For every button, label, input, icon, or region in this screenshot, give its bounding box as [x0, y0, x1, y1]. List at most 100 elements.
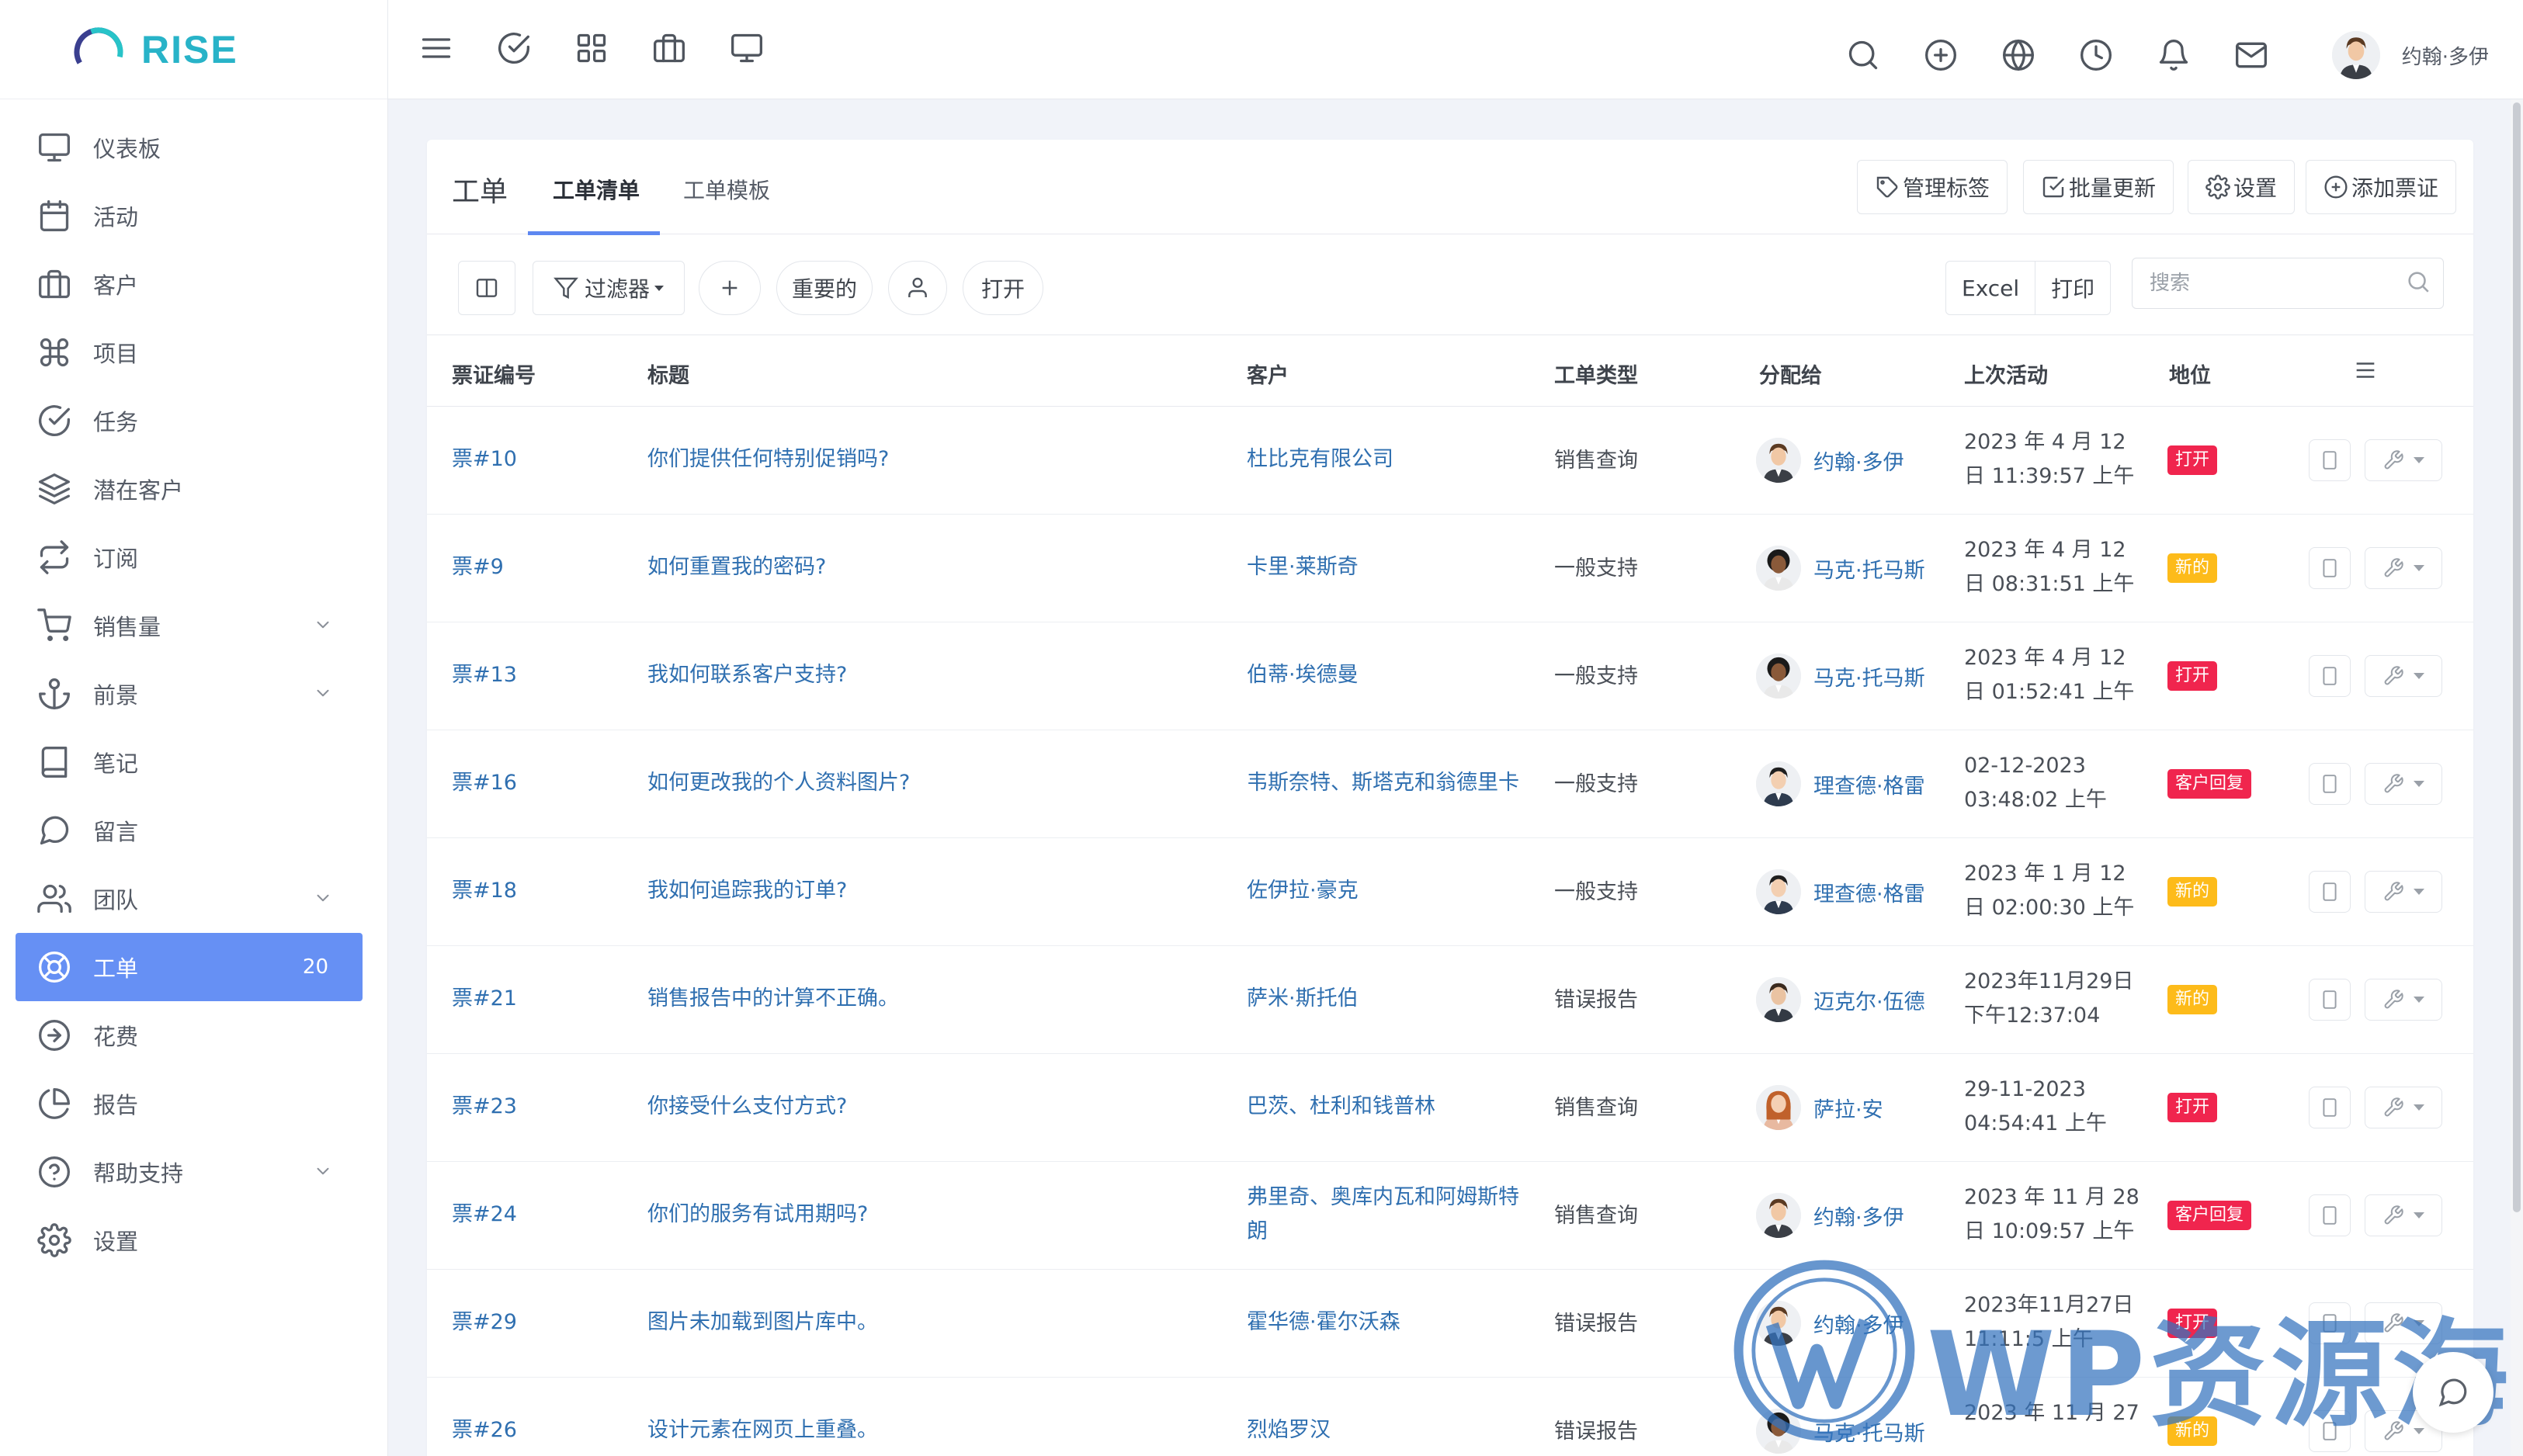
ticket-title-link[interactable]: 你们提供任何特别促销吗? — [647, 442, 889, 477]
plus-circle-button[interactable] — [1924, 38, 1958, 72]
user-menu[interactable]: 约翰·多伊 — [2331, 31, 2489, 79]
globe-button[interactable] — [2001, 38, 2035, 72]
sidebar-item-7[interactable]: 销售量 — [0, 591, 387, 660]
add-ticket-button[interactable]: 添加票证 — [2306, 160, 2457, 214]
pin-ticket-button[interactable] — [2309, 655, 2351, 697]
tab-ticket-templates[interactable]: 工单模板 — [683, 174, 770, 205]
grid-button[interactable] — [574, 31, 609, 65]
check-circle-button[interactable] — [497, 31, 531, 65]
row-actions-dropdown[interactable] — [2365, 439, 2442, 481]
sidebar-item-11[interactable]: 团队 — [0, 865, 387, 933]
ticket-title-link[interactable]: 你接受什么支付方式? — [647, 1090, 847, 1124]
assignee[interactable]: 理查德·格雷 — [1756, 869, 1925, 914]
search-input[interactable] — [2132, 258, 2444, 309]
ticket-title-link[interactable]: 设计元素在网页上重叠。 — [647, 1413, 878, 1447]
menu-button[interactable] — [419, 31, 453, 65]
clock-button[interactable] — [2079, 38, 2113, 72]
ticket-id-link[interactable]: 票#18 — [452, 874, 517, 908]
sidebar-item-8[interactable]: 前景 — [0, 660, 387, 728]
ticket-title-link[interactable]: 图片未加载到图片库中。 — [647, 1305, 878, 1340]
sidebar-item-0[interactable]: 仪表板 — [0, 113, 387, 182]
client-link[interactable]: 萨米·斯托伯 — [1247, 982, 1536, 1016]
my-tickets-filter-button[interactable] — [888, 261, 947, 315]
filter-button[interactable]: 过滤器 — [533, 261, 685, 315]
sidebar-item-9[interactable]: 笔记 — [0, 728, 387, 796]
sidebar-item-12[interactable]: 工单 20 — [16, 933, 363, 1001]
ticket-id-link[interactable]: 票#29 — [452, 1305, 517, 1340]
sidebar-item-1[interactable]: 活动 — [0, 182, 387, 250]
assignee-name[interactable]: 约翰·多伊 — [1813, 445, 1904, 476]
search-button[interactable] — [1846, 38, 1880, 72]
assignee[interactable]: 马克·托马斯 — [1756, 653, 1925, 699]
ticket-id-link[interactable]: 票#16 — [452, 766, 517, 800]
pin-ticket-button[interactable] — [2309, 979, 2351, 1021]
assignee[interactable]: 约翰·多伊 — [1756, 438, 1904, 483]
mail-button[interactable] — [2234, 38, 2268, 72]
assignee[interactable]: 约翰·多伊 — [1756, 1301, 1904, 1346]
ticket-title-link[interactable]: 你们的服务有试用期吗? — [647, 1198, 868, 1232]
row-actions-dropdown[interactable] — [2365, 871, 2442, 913]
col-ticket-type[interactable]: 工单类型 — [1554, 359, 1638, 389]
row-actions-dropdown[interactable] — [2365, 979, 2442, 1021]
row-actions-dropdown[interactable] — [2365, 1087, 2442, 1128]
sidebar-item-13[interactable]: 花费 — [0, 1001, 387, 1069]
assignee-name[interactable]: 理查德·格雷 — [1813, 769, 1925, 799]
col-status[interactable]: 地位 — [2169, 359, 2211, 389]
assignee[interactable]: 马克·托马斯 — [1756, 1409, 1925, 1454]
print-button[interactable]: 打印 — [2035, 262, 2110, 314]
sidebar-item-2[interactable]: 客户 — [0, 250, 387, 318]
assignee[interactable]: 迈克尔·伍德 — [1756, 977, 1925, 1022]
sidebar-item-14[interactable]: 报告 — [0, 1069, 387, 1138]
assignee[interactable]: 萨拉·安 — [1756, 1085, 1883, 1130]
important-filter-button[interactable]: 重要的 — [776, 261, 873, 315]
assignee-name[interactable]: 理查德·格雷 — [1813, 877, 1925, 907]
ticket-id-link[interactable]: 票#21 — [452, 982, 517, 1016]
client-link[interactable]: 弗里奇、奥库内瓦和阿姆斯特 — [1247, 1180, 1536, 1215]
pin-ticket-button[interactable] — [2309, 1194, 2351, 1236]
briefcase-button[interactable] — [652, 31, 686, 65]
pin-ticket-button[interactable] — [2309, 871, 2351, 913]
row-actions-dropdown[interactable] — [2365, 1302, 2442, 1344]
col-title[interactable]: 标题 — [647, 359, 689, 389]
client-link[interactable]: 杜比克有限公司 — [1247, 442, 1536, 477]
assignee-name[interactable]: 萨拉·安 — [1813, 1093, 1883, 1123]
col-assigned-to[interactable]: 分配给 — [1759, 359, 1822, 389]
client-link-cont[interactable]: 朗 — [1247, 1215, 1536, 1249]
column-menu-icon[interactable] — [2352, 357, 2379, 383]
excel-export-button[interactable]: Excel — [1946, 262, 2035, 314]
client-link[interactable]: 伯蒂·埃德曼 — [1247, 658, 1536, 692]
ticket-id-link[interactable]: 票#23 — [452, 1090, 517, 1124]
assignee-name[interactable]: 马克·托马斯 — [1813, 553, 1925, 584]
ticket-title-link[interactable]: 我如何追踪我的订单? — [647, 874, 847, 908]
page-scrollbar-thumb[interactable] — [2513, 102, 2521, 1212]
assignee-name[interactable]: 约翰·多伊 — [1813, 1309, 1904, 1339]
pin-ticket-button[interactable] — [2309, 1410, 2351, 1452]
app-logo[interactable]: RISE — [0, 0, 387, 99]
bell-button[interactable] — [2157, 38, 2191, 72]
ticket-title-link[interactable]: 我如何联系客户支持? — [647, 658, 847, 692]
pin-ticket-button[interactable] — [2309, 439, 2351, 481]
sidebar-item-15[interactable]: 帮助支持 — [0, 1138, 387, 1206]
ticket-title-link[interactable]: 销售报告中的计算不正确。 — [647, 982, 899, 1016]
pin-ticket-button[interactable] — [2309, 1302, 2351, 1344]
assignee-name[interactable]: 马克·托马斯 — [1813, 1416, 1925, 1447]
client-link[interactable]: 霍华德·霍尔沃森 — [1247, 1305, 1536, 1340]
client-link[interactable]: 韦斯奈特、斯塔克和翁德里卡 — [1247, 766, 1536, 800]
ticket-title-link[interactable]: 如何更改我的个人资料图片? — [647, 766, 910, 800]
client-link[interactable]: 卡里·莱斯奇 — [1247, 550, 1536, 584]
sidebar-item-3[interactable]: 项目 — [0, 318, 387, 387]
ticket-id-link[interactable]: 票#9 — [452, 550, 504, 584]
pin-ticket-button[interactable] — [2309, 547, 2351, 589]
assignee[interactable]: 理查德·格雷 — [1756, 761, 1925, 806]
settings-button[interactable]: 设置 — [2188, 160, 2296, 214]
sidebar-item-6[interactable]: 订阅 — [0, 523, 387, 591]
col-ticket-id[interactable]: 票证编号 — [452, 359, 536, 389]
col-client[interactable]: 客户 — [1247, 359, 1289, 389]
assignee-name[interactable]: 迈克尔·伍德 — [1813, 985, 1925, 1015]
sidebar-item-5[interactable]: 潜在客户 — [0, 455, 387, 523]
monitor-button[interactable] — [730, 31, 764, 65]
pin-ticket-button[interactable] — [2309, 1087, 2351, 1128]
assignee[interactable]: 马克·托马斯 — [1756, 546, 1925, 591]
row-actions-dropdown[interactable] — [2365, 1194, 2442, 1236]
add-filter-button[interactable] — [699, 261, 761, 315]
